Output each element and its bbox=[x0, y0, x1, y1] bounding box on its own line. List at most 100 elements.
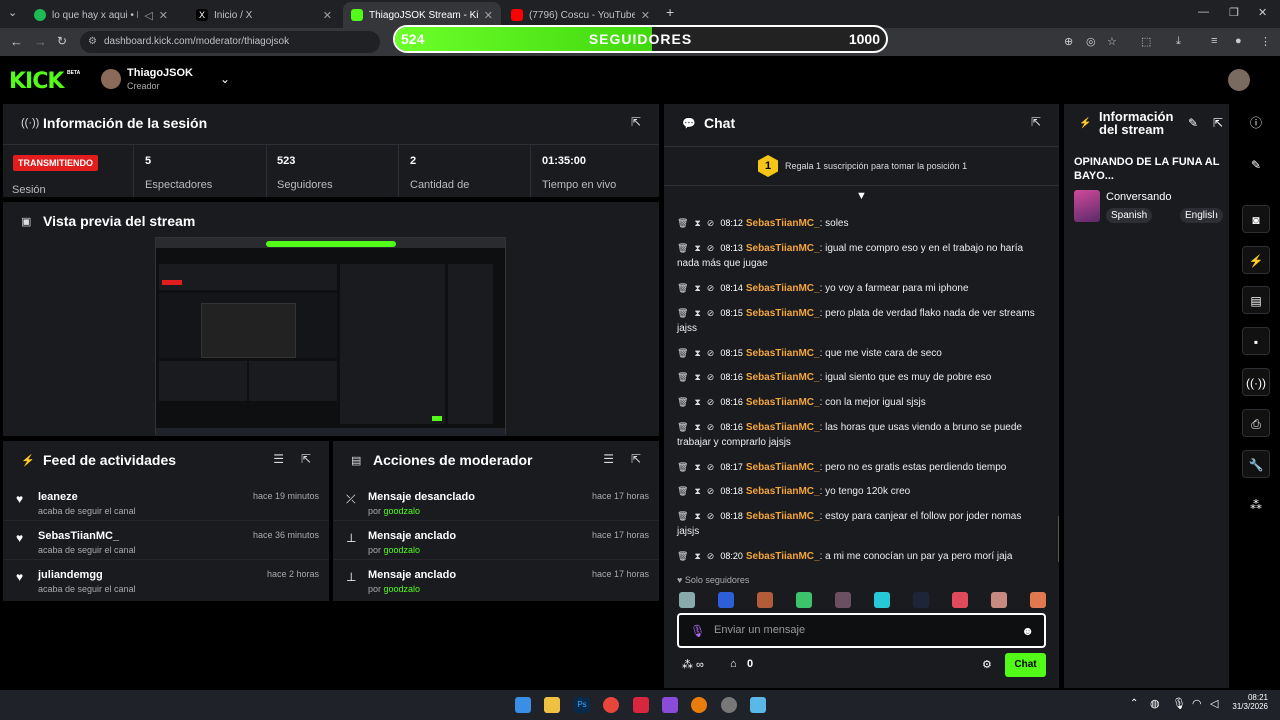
delete-icon[interactable]: 🗑 bbox=[677, 551, 688, 561]
timeout-icon[interactable]: ⧗ bbox=[694, 243, 700, 253]
delete-icon[interactable]: 🗑 bbox=[677, 348, 688, 358]
zoom-icon[interactable]: ⊕ bbox=[1064, 35, 1073, 48]
start-icon[interactable] bbox=[515, 697, 531, 713]
popout-icon[interactable]: ⇱ bbox=[1031, 115, 1041, 129]
menu-icon[interactable]: ⋮ bbox=[1260, 35, 1271, 48]
broadcast-icon[interactable]: ((·)) bbox=[1242, 368, 1270, 396]
category-name[interactable]: Conversando bbox=[1106, 191, 1171, 203]
close-icon[interactable]: ✕ bbox=[641, 9, 650, 22]
ban-icon[interactable]: ⊘ bbox=[707, 348, 715, 358]
app-icon[interactable] bbox=[662, 697, 678, 713]
tag-spanish[interactable]: Spanish bbox=[1106, 208, 1153, 223]
url-field[interactable]: ⚙ dashboard.kick.com/moderator/thiagojso… bbox=[80, 31, 380, 53]
chat-username[interactable]: SebasTiianMC_ bbox=[746, 511, 820, 522]
timeout-icon[interactable]: ⧗ bbox=[694, 551, 700, 561]
lightning-icon[interactable]: ⚡ bbox=[1242, 246, 1270, 274]
camera-icon[interactable]: ◙ bbox=[1242, 205, 1270, 233]
category-thumbnail[interactable] bbox=[1074, 190, 1100, 222]
emoji-icon[interactable]: ☻ bbox=[1021, 624, 1034, 638]
popout-icon[interactable]: ⇱ bbox=[1213, 116, 1223, 130]
reload-icon[interactable]: ↻ bbox=[57, 34, 67, 48]
chat-username[interactable]: SebasTiianMC_ bbox=[746, 308, 820, 319]
ban-icon[interactable]: ⊘ bbox=[707, 422, 715, 432]
close-icon[interactable]: ✕ bbox=[484, 9, 493, 22]
new-tab-button[interactable]: + bbox=[666, 4, 674, 20]
filter-icon[interactable]: ☰ bbox=[603, 452, 614, 466]
delete-icon[interactable]: 🗑 bbox=[677, 422, 688, 432]
moderator-name[interactable]: goodzalo bbox=[384, 506, 421, 516]
chat-username[interactable]: SebasTiianMC_ bbox=[746, 397, 820, 408]
close-window-button[interactable]: ✕ bbox=[1258, 6, 1267, 19]
ban-icon[interactable]: ⊘ bbox=[707, 372, 715, 382]
follower-name[interactable]: juliandemgg bbox=[38, 569, 103, 581]
profile-icon[interactable]: ● bbox=[1235, 35, 1242, 47]
chat-input[interactable]: 🎙 Enviar un mensaje ☻ bbox=[677, 613, 1046, 648]
kick-logo[interactable]: KICK bbox=[9, 69, 64, 94]
ban-icon[interactable]: ⊘ bbox=[707, 511, 715, 521]
emote[interactable] bbox=[679, 592, 695, 608]
delete-icon[interactable]: 🗑 bbox=[677, 243, 688, 253]
chat-username[interactable]: SebasTiianMC_ bbox=[746, 551, 820, 562]
network-tray-icon[interactable]: ◍ bbox=[1150, 697, 1160, 710]
clock[interactable]: 08:21 31/3/2026 bbox=[1228, 693, 1268, 711]
user-menu-avatar[interactable] bbox=[1228, 69, 1250, 91]
store-icon[interactable]: ⌂ bbox=[730, 658, 737, 670]
avatar[interactable] bbox=[101, 69, 121, 89]
emote[interactable] bbox=[1030, 592, 1046, 608]
stream-preview-video[interactable] bbox=[155, 237, 506, 436]
pinned-gift-banner[interactable]: 1 Regala 1 suscripción para tomar la pos… bbox=[664, 146, 1059, 186]
timeout-icon[interactable]: ⧗ bbox=[694, 462, 700, 472]
emote[interactable] bbox=[913, 592, 929, 608]
popout-icon[interactable]: ⇱ bbox=[631, 452, 641, 466]
moderator-name[interactable]: goodzalo bbox=[384, 584, 421, 594]
delete-icon[interactable]: 🗑 bbox=[677, 462, 688, 472]
delete-icon[interactable]: 🗑 bbox=[677, 486, 688, 496]
emote[interactable] bbox=[991, 592, 1007, 608]
points-icon[interactable]: ⁂ ∞ bbox=[682, 658, 704, 671]
volume-icon[interactable]: ◁ bbox=[1210, 697, 1218, 710]
emote[interactable] bbox=[757, 592, 773, 608]
timeout-icon[interactable]: ⧗ bbox=[694, 308, 700, 318]
follower-name[interactable]: leaneze bbox=[38, 491, 78, 503]
emote[interactable] bbox=[874, 592, 890, 608]
delete-icon[interactable]: 🗑 bbox=[677, 308, 688, 318]
channel-name[interactable]: ThiagoJSOK bbox=[127, 67, 193, 79]
timeout-icon[interactable]: ⧗ bbox=[694, 372, 700, 382]
chat-username[interactable]: SebasTiianMC_ bbox=[746, 348, 820, 359]
back-icon[interactable]: ← bbox=[10, 34, 23, 49]
ban-icon[interactable]: ⊘ bbox=[707, 243, 715, 253]
scrollbar[interactable] bbox=[1058, 516, 1059, 562]
collapse-icon[interactable]: ▼ bbox=[856, 190, 867, 202]
file-explorer-icon[interactable] bbox=[544, 697, 560, 713]
timeout-icon[interactable]: ⧗ bbox=[694, 397, 700, 407]
chat-username[interactable]: SebasTiianMC_ bbox=[746, 218, 820, 229]
close-icon[interactable]: ✕ bbox=[159, 9, 168, 22]
delete-icon[interactable]: 🗑 bbox=[677, 218, 688, 228]
delete-icon[interactable]: 🗑 bbox=[677, 372, 688, 382]
download-icon[interactable]: ⤓ bbox=[1176, 35, 1181, 48]
ban-icon[interactable]: ⊘ bbox=[707, 308, 715, 318]
delete-icon[interactable]: 🗑 bbox=[677, 283, 688, 293]
clipboard-icon[interactable]: ▤ bbox=[1242, 286, 1270, 314]
timeout-icon[interactable]: ⧗ bbox=[694, 486, 700, 496]
timeout-icon[interactable]: ⧗ bbox=[694, 422, 700, 432]
chat-username[interactable]: SebasTiianMC_ bbox=[746, 372, 820, 383]
tab-rels-b[interactable]: lo que hay x aqui • Rels B ◁ ✕ bbox=[26, 2, 176, 28]
emote[interactable] bbox=[718, 592, 734, 608]
emote[interactable] bbox=[796, 592, 812, 608]
timeout-icon[interactable]: ⧗ bbox=[694, 283, 700, 293]
wrench-icon[interactable]: 🔧 bbox=[1242, 450, 1270, 478]
maximize-button[interactable]: ❐ bbox=[1229, 6, 1239, 19]
emote[interactable] bbox=[835, 592, 851, 608]
tab-x-home[interactable]: X Inicio / X ✕ bbox=[188, 2, 340, 28]
forward-icon[interactable]: → bbox=[34, 34, 47, 49]
print-icon[interactable]: ⎙ bbox=[1242, 409, 1270, 437]
filter-icon[interactable]: ☰ bbox=[273, 452, 284, 466]
ban-icon[interactable]: ⊘ bbox=[707, 283, 715, 293]
follower-name[interactable]: SebasTiianMC_ bbox=[38, 530, 119, 542]
ban-icon[interactable]: ⊘ bbox=[707, 462, 715, 472]
eye-off-icon[interactable]: ◎ bbox=[1086, 35, 1096, 48]
star-icon[interactable]: ☆ bbox=[1107, 35, 1117, 48]
timeout-icon[interactable]: ⧗ bbox=[694, 348, 700, 358]
photoshop-icon[interactable]: Ps bbox=[574, 697, 590, 713]
